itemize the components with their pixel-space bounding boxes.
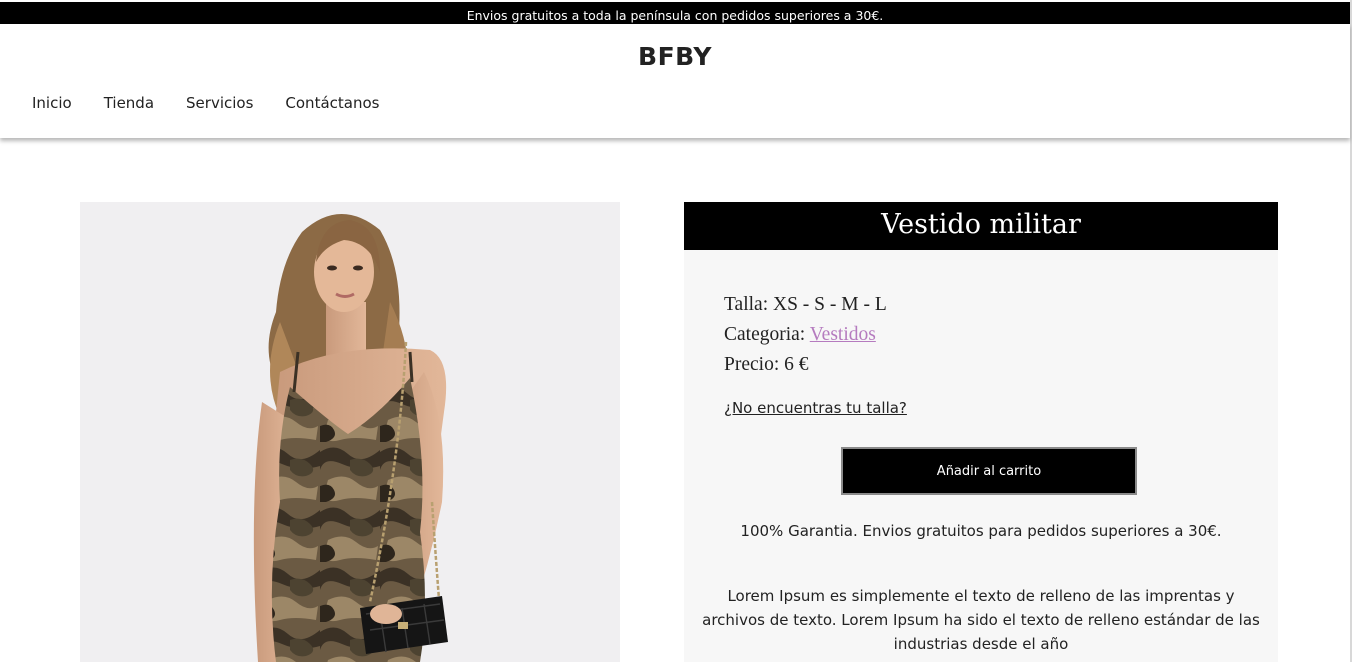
site-header: BFBY Inicio Tienda Servicios Contáctanos: [0, 24, 1350, 138]
category-link[interactable]: Vestidos: [810, 324, 876, 345]
promo-banner: Envios gratuitos a toda la península con…: [0, 2, 1350, 24]
category-row: Categoria: Vestidos: [724, 324, 876, 346]
size-row: Talla: XS - S - M - L: [724, 294, 887, 316]
nav-item-inicio[interactable]: Inicio: [32, 94, 72, 112]
price-row: Precio: 6 €: [724, 354, 808, 376]
nav-item-contactanos[interactable]: Contáctanos: [285, 94, 379, 112]
price-label: Precio:: [724, 354, 780, 375]
guarantee-text: 100% Garantia. Envios gratuitos para ped…: [740, 522, 1222, 540]
category-label: Categoria:: [724, 324, 806, 345]
promo-text: Envios gratuitos a toda la península con…: [466, 8, 884, 23]
size-label: Talla:: [724, 294, 769, 315]
brand-logo[interactable]: BFBY: [0, 42, 1350, 71]
product-image: [80, 202, 620, 662]
product-details-panel: Vestido militar Talla: XS - S - M - L Ca…: [684, 202, 1278, 662]
nav-item-tienda[interactable]: Tienda: [104, 94, 154, 112]
add-to-cart-button[interactable]: Añadir al carrito: [841, 447, 1137, 495]
main-nav: Inicio Tienda Servicios Contáctanos: [32, 94, 411, 112]
price-value: 6 €: [784, 354, 809, 375]
product-photo-illustration: [80, 202, 620, 662]
nav-item-servicios[interactable]: Servicios: [186, 94, 253, 112]
product-description: Lorem Ipsum es simplemente el texto de r…: [702, 587, 1260, 653]
size-help-link[interactable]: ¿No encuentras tu talla?: [724, 399, 907, 417]
product-title: Vestido militar: [684, 202, 1278, 250]
size-value: XS - S - M - L: [773, 294, 887, 315]
